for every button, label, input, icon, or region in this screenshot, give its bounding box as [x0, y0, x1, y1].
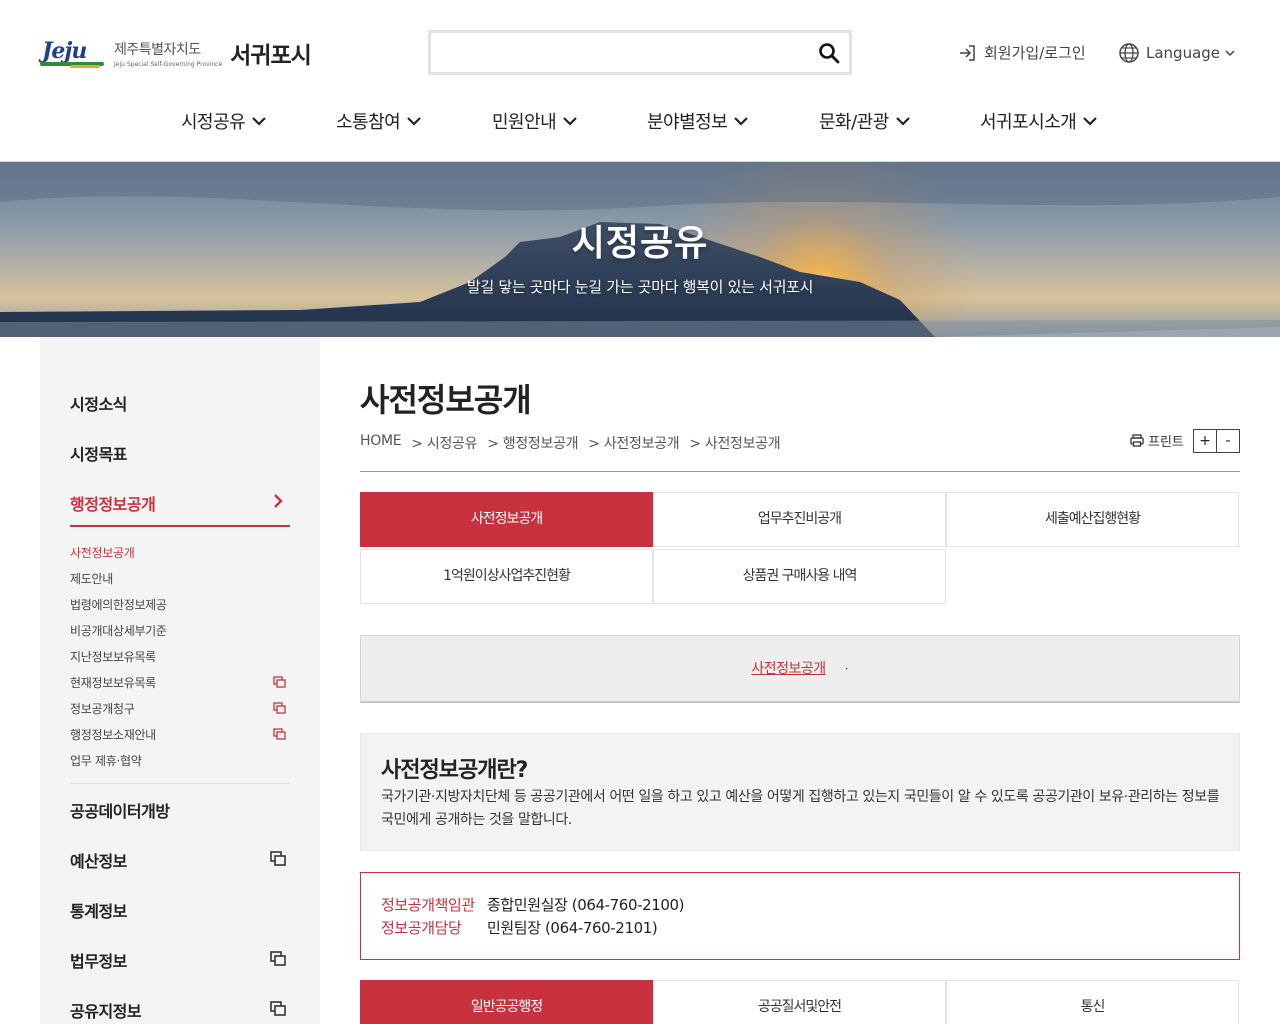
- chevron-down-icon: [1083, 117, 1098, 126]
- sub-link-separator: ·: [844, 662, 849, 676]
- breadcrumb-item[interactable]: > 사전정보공개: [588, 433, 679, 453]
- sidebar-subitem-nondisclosure[interactable]: 비공개대상세부기준: [70, 622, 290, 639]
- sidebar-divider: [70, 783, 290, 784]
- logo-province-en: Jeju Special Self-Governing Province: [114, 60, 223, 68]
- main-navigation: 시정공유 소통참여 민원안내 분야별정보 문화/관광 서귀포시소개: [0, 108, 1280, 138]
- sidebar-item-admin-info[interactable]: 행정정보공개: [70, 491, 290, 515]
- tab-public-safety[interactable]: 공공질서및안전: [653, 980, 946, 1024]
- search-box: [428, 30, 852, 75]
- contact-row: 정보공개책임관 종합민원실장 (064-760-2100): [381, 894, 685, 915]
- sidebar-subitem-agreement[interactable]: 업무 제휴·협약: [70, 752, 290, 769]
- chevron-down-icon: [252, 117, 267, 126]
- zoom-out-button[interactable]: -: [1216, 429, 1240, 453]
- sidebar-subitem-request[interactable]: 정보공개청구: [70, 700, 290, 717]
- login-label: 회원가입/로그인: [984, 44, 1086, 62]
- sidebar-subitem-law[interactable]: 법령에의한정보제공: [70, 596, 290, 613]
- chevron-down-icon: [1225, 50, 1235, 57]
- breadcrumb: HOME > 시정공유 > 행정정보공개 > 사전정보공개 > 사전정보공개: [360, 433, 790, 453]
- logo-mark-text: Jeju: [42, 38, 87, 64]
- new-window-icon: [273, 728, 286, 740]
- gnb-item-citygov[interactable]: 시정공유: [181, 108, 267, 134]
- sidebar-subitem-location[interactable]: 행정정보소재안내: [70, 726, 290, 743]
- sidebar: 시정소식 시정목표 행정정보공개 사전정보공개 제도안내 법령에의한정보제공 비…: [40, 337, 320, 1024]
- site-logo[interactable]: Jeju 제주특별자치도 Jeju Special Self-Governing…: [40, 36, 312, 70]
- print-button[interactable]: 프린트: [1130, 431, 1184, 450]
- chevron-right-icon: [274, 494, 283, 508]
- info-box: 사전정보공개란? 국가기관·지방자치단체 등 공공기관에서 어떤 일을 하고 있…: [360, 733, 1240, 851]
- sidebar-item-legal[interactable]: 법무정보: [70, 948, 290, 972]
- contact-value: 민원팀장 (064-760-2101): [487, 919, 658, 937]
- gnb-item-intro[interactable]: 서귀포시소개: [980, 108, 1098, 134]
- language-label: Language: [1146, 44, 1221, 62]
- breadcrumb-item[interactable]: > 시정공유: [411, 433, 477, 453]
- contact-label: 정보공개책임관: [381, 896, 475, 914]
- sub-navigation-box: 사전정보공개 ·: [360, 635, 1240, 703]
- tab-communications[interactable]: 통신: [946, 980, 1239, 1024]
- page-banner: 시정공유 발길 닿는 곳마다 눈길 가는 곳마다 행복이 있는 서귀포시: [0, 162, 1280, 337]
- contact-label: 정보공개담당: [381, 919, 462, 937]
- tab-gift-certificates[interactable]: 상품권 구매사용 내역: [653, 549, 946, 604]
- tab-pre-disclosure[interactable]: 사전정보공개: [360, 492, 653, 547]
- search-input[interactable]: [431, 33, 801, 72]
- breadcrumb-home[interactable]: HOME: [360, 433, 402, 453]
- contact-row: 정보공개담당 민원팀장 (064-760-2101): [381, 917, 658, 938]
- search-button[interactable]: [817, 41, 841, 65]
- new-window-icon: [270, 1001, 286, 1016]
- sidebar-item-statistics[interactable]: 통계정보: [70, 898, 290, 922]
- sidebar-subitem-system[interactable]: 제도안내: [70, 570, 290, 587]
- title-divider: [360, 471, 1240, 472]
- tab-business-expenses[interactable]: 업무추진비공개: [653, 492, 946, 547]
- globe-icon: [1119, 43, 1139, 63]
- chevron-down-icon: [563, 117, 578, 126]
- sidebar-item-public-land[interactable]: 공유지정보: [70, 998, 290, 1022]
- chevron-down-icon: [734, 117, 749, 126]
- breadcrumb-item[interactable]: > 행정정보공개: [487, 433, 578, 453]
- new-window-icon: [270, 851, 286, 866]
- gnb-item-civil[interactable]: 민원안내: [492, 108, 578, 134]
- contact-box: 정보공개책임관 종합민원실장 (064-760-2100) 정보공개담당 민원팀…: [360, 872, 1240, 960]
- chevron-down-icon: [407, 117, 422, 126]
- chevron-down-icon: [896, 117, 910, 126]
- tab-general-admin[interactable]: 일반공공행정: [360, 980, 653, 1024]
- logo-city: 서귀포시: [230, 43, 312, 69]
- info-text: 국가기관·지방자치단체 등 공공기관에서 어떤 일을 하고 있고 예산을 어떻게…: [381, 789, 1220, 828]
- sidebar-item-budget[interactable]: 예산정보: [70, 848, 290, 872]
- banner-subtitle: 발길 닿는 곳마다 눈길 가는 곳마다 행복이 있는 서귀포시: [466, 278, 814, 296]
- jeju-logo-mark: Jeju: [40, 38, 106, 68]
- gnb-item-fields[interactable]: 분야별정보: [647, 108, 749, 134]
- active-underline: [70, 525, 290, 527]
- new-window-icon: [270, 951, 286, 966]
- banner-title: 시정공유: [571, 223, 709, 264]
- tab-large-projects[interactable]: 1억원이상사업추진현황: [360, 549, 653, 604]
- sidebar-item-goals[interactable]: 시정목표: [70, 441, 290, 465]
- language-selector[interactable]: Language: [1118, 42, 1236, 64]
- gnb-item-culture[interactable]: 문화/관광: [819, 108, 911, 134]
- main-content: 사전정보공개 HOME > 시정공유 > 행정정보공개 > 사전정보공개 > 사…: [360, 337, 1240, 1024]
- zoom-in-button[interactable]: +: [1193, 429, 1217, 453]
- sub-link-pre-disclosure[interactable]: 사전정보공개: [751, 658, 826, 678]
- printer-icon: [1130, 434, 1144, 447]
- info-title: 사전정보공개란?: [381, 758, 528, 783]
- sidebar-item-news[interactable]: 시정소식: [70, 391, 290, 415]
- sidebar-subitem-current-list[interactable]: 현재정보보유목록: [70, 674, 290, 691]
- login-link[interactable]: 회원가입/로그인: [958, 42, 1086, 63]
- tab-budget-execution[interactable]: 세출예산집행현황: [946, 492, 1239, 547]
- contact-value: 종합민원실장 (064-760-2100): [487, 896, 685, 914]
- new-window-icon: [273, 676, 286, 688]
- logo-province: 제주특별자치도: [114, 41, 201, 58]
- sidebar-subitem-past-list[interactable]: 지난정보보유목록: [70, 648, 290, 665]
- page-title: 사전정보공개: [360, 381, 532, 419]
- search-icon: [819, 43, 840, 64]
- sidebar-item-open-data[interactable]: 공공데이터개방: [70, 798, 290, 822]
- site-header: Jeju 제주특별자치도 Jeju Special Self-Governing…: [0, 0, 1280, 162]
- gnb-item-participation[interactable]: 소통참여: [336, 108, 422, 134]
- breadcrumb-item[interactable]: > 사전정보공개: [689, 433, 780, 453]
- sidebar-subitem-pre-disclosure[interactable]: 사전정보공개: [70, 544, 290, 561]
- login-icon: [960, 44, 975, 61]
- new-window-icon: [273, 702, 286, 714]
